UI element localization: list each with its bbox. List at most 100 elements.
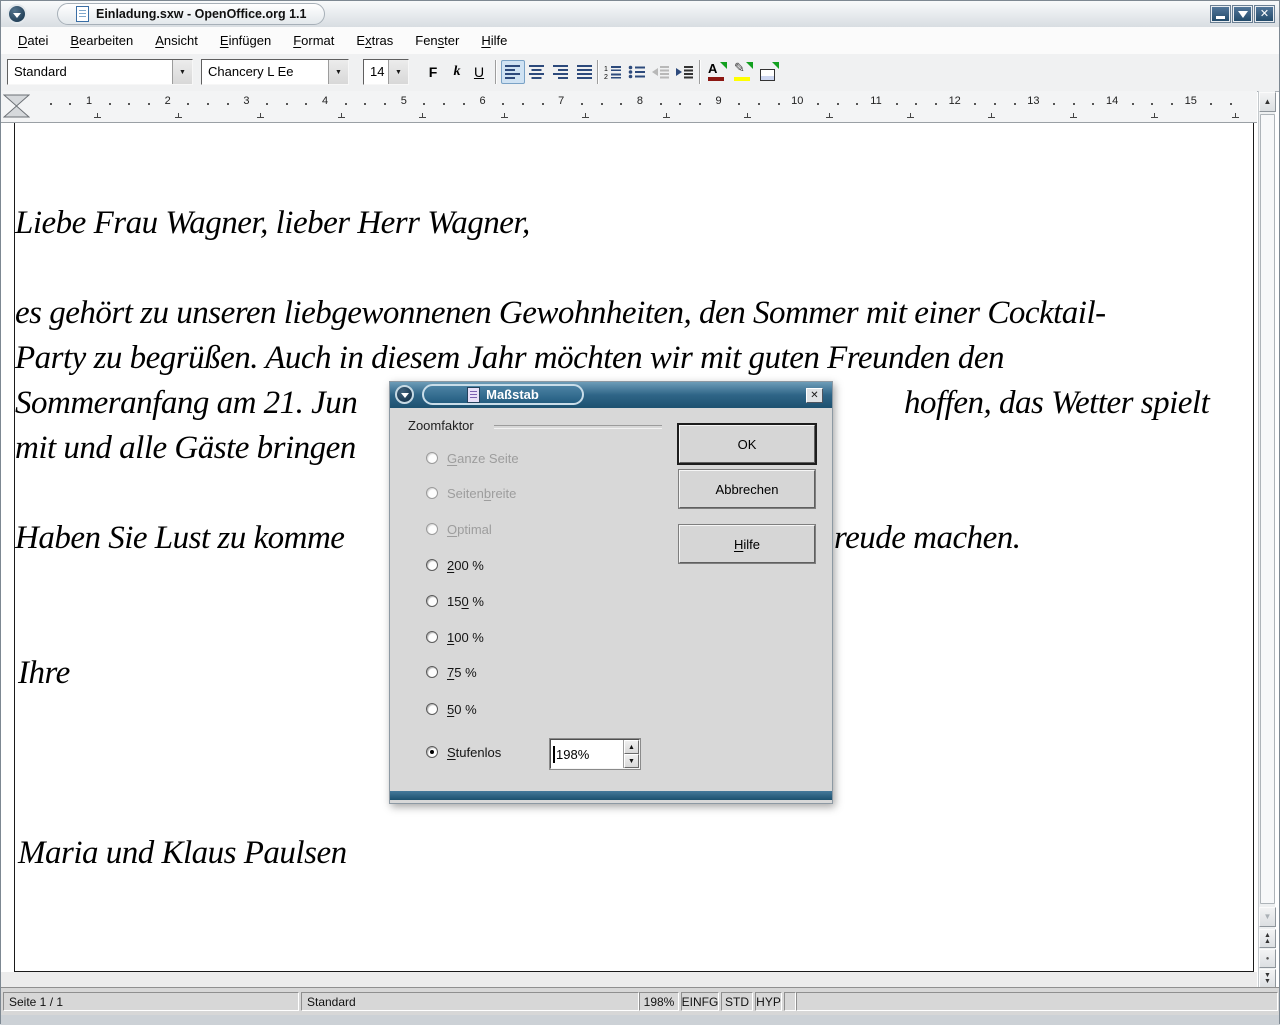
italic-button[interactable]: k [445, 60, 469, 84]
close-button[interactable] [1255, 6, 1274, 22]
align-right-button[interactable] [549, 60, 573, 84]
radio-200-icon[interactable] [426, 559, 438, 571]
menu-item-datei[interactable]: Datei [7, 27, 59, 54]
align-center-icon [529, 65, 545, 79]
menu-item-einfugen[interactable]: Einfügen [209, 27, 282, 54]
zoom-option-100[interactable]: 100 % [426, 627, 484, 647]
radio-ganze-seite-icon[interactable] [426, 452, 438, 464]
spinner-value: 198% [556, 747, 589, 762]
zoom-option-75[interactable]: 75 % [426, 662, 477, 682]
menu-item-bearbeiten[interactable]: Bearbeiten [59, 27, 144, 54]
ruler-tick [187, 103, 189, 105]
ruler-tick [1230, 103, 1232, 105]
ruler-number: 5 [401, 95, 407, 107]
combo-dropdown-icon[interactable] [388, 60, 408, 84]
ruler-tick [1151, 103, 1153, 105]
ruler-tick [837, 103, 839, 105]
zoom-option-ganze-seite[interactable]: Ganze Seite [426, 448, 519, 468]
menu-item-hilfe[interactable]: Hilfe [470, 27, 518, 54]
next-page-button[interactable] [1259, 969, 1276, 988]
align-right-icon [553, 65, 569, 79]
radio-100-icon[interactable] [426, 631, 438, 643]
window-title: Einladung.sxw - OpenOffice.org 1.1 [96, 7, 306, 21]
status-zoom[interactable]: 198% [639, 992, 679, 1011]
workspace-background [1, 972, 1257, 987]
zoom-value-spinner[interactable]: 198% [550, 739, 640, 769]
radio-50-icon[interactable] [426, 703, 438, 715]
radio-75-icon[interactable] [426, 666, 438, 678]
underline-button[interactable]: U [467, 60, 491, 84]
font-color-button[interactable]: A [705, 60, 729, 84]
zoom-option-200[interactable]: 200 % [426, 555, 484, 575]
ruler-tick [758, 103, 760, 105]
combo-dropdown-icon[interactable] [172, 60, 192, 84]
font-name-combo[interactable]: Chancery L Ee [201, 59, 349, 85]
decrease-indent-button[interactable] [649, 60, 673, 84]
menu-item-format[interactable]: Format [282, 27, 345, 54]
maximize-button[interactable] [1233, 6, 1252, 22]
ruler-tick [778, 103, 780, 105]
spinner-up-button[interactable] [624, 740, 639, 754]
menu-item-extras[interactable]: Extras [345, 27, 404, 54]
status-page-style[interactable]: Standard [301, 992, 639, 1011]
minimize-icon [1216, 16, 1225, 19]
dialog-close-button[interactable] [806, 388, 823, 403]
status-hyperlink-mode[interactable]: HYP [755, 992, 782, 1011]
ok-button[interactable]: OK [679, 425, 815, 463]
minimize-button[interactable] [1211, 6, 1230, 22]
highlighting-button[interactable]: ✎ [731, 60, 755, 84]
ruler-tick [679, 103, 681, 105]
spinner-down-button[interactable] [624, 754, 639, 768]
scroll-down-button[interactable] [1259, 907, 1276, 927]
vertical-scrollbar[interactable] [1258, 91, 1275, 987]
paragraph-style-combo[interactable]: Standard [7, 59, 193, 85]
background-color-icon [759, 62, 779, 82]
paragraph-style-value: Standard [8, 60, 172, 84]
numbered-list-button[interactable]: 12 [601, 60, 625, 84]
background-color-button[interactable] [757, 60, 781, 84]
radio-optimal-icon[interactable] [426, 523, 438, 535]
justify-button[interactable] [573, 60, 597, 84]
tab-stop-marker [419, 112, 426, 118]
window-menu-button[interactable] [7, 4, 27, 24]
scrollbar-thumb[interactable] [1260, 114, 1275, 904]
indent-marker-icon[interactable] [3, 94, 30, 118]
scroll-up-button[interactable] [1259, 92, 1276, 112]
dialog-menu-button[interactable] [395, 385, 414, 404]
status-insert-mode[interactable]: EINFG [681, 992, 719, 1011]
ruler-tick [128, 103, 130, 105]
zoom-option-optimal[interactable]: Optimal [426, 519, 492, 539]
zoom-option-seitenbreite[interactable]: Seitenbreite [426, 483, 516, 503]
zoomfaktor-group-label: Zoomfaktor [408, 418, 474, 433]
radio-seitenbreite-icon[interactable] [426, 487, 438, 499]
ruler-tick [345, 103, 347, 105]
align-center-button[interactable] [525, 60, 549, 84]
document-icon [76, 6, 89, 22]
maximize-icon [1238, 11, 1248, 18]
zoom-option-150[interactable]: 150 % [426, 591, 484, 611]
align-left-button[interactable] [501, 60, 525, 84]
bold-button[interactable]: F [421, 60, 445, 84]
ruler-number: 1 [86, 95, 92, 107]
previous-page-button[interactable] [1259, 929, 1276, 948]
combo-dropdown-icon[interactable] [328, 60, 348, 84]
font-size-combo[interactable]: 14 [363, 59, 409, 85]
zoom-option-50[interactable]: 50 % [426, 699, 477, 719]
radio-150-icon[interactable] [426, 595, 438, 607]
abbrechen-button[interactable]: Abbrechen [679, 470, 815, 508]
zoom-option-stufenlos[interactable]: Stufenlos [426, 742, 501, 762]
status-selection-mode[interactable]: STD [721, 992, 753, 1011]
increase-indent-button[interactable] [673, 60, 697, 84]
menu-item-ansicht[interactable]: Ansicht [144, 27, 209, 54]
radio-stufenlos-icon[interactable] [426, 746, 438, 758]
bullet-list-button[interactable] [625, 60, 649, 84]
radio-label-50: 50 % [447, 702, 477, 717]
hilfe-button[interactable]: Hilfe [679, 525, 815, 563]
ruler-tick [896, 103, 898, 105]
underline-icon: U [474, 64, 484, 80]
navigation-button[interactable] [1259, 949, 1276, 968]
ruler-number: 4 [322, 95, 328, 107]
status-page[interactable]: Seite 1 / 1 [3, 992, 299, 1011]
spinner-field[interactable]: 198% [551, 740, 623, 768]
menu-item-fenster[interactable]: Fenster [404, 27, 470, 54]
